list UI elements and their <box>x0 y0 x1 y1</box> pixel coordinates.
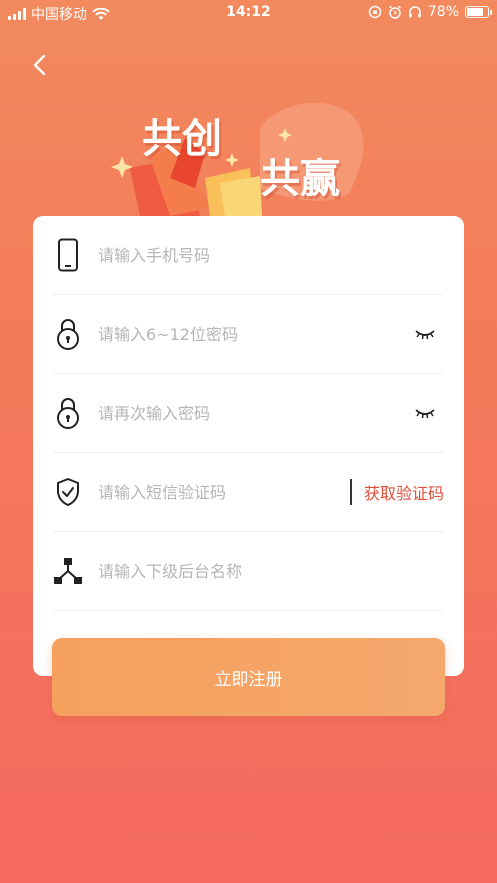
alarm-icon <box>388 5 401 19</box>
sub-account-input[interactable] <box>98 556 444 586</box>
lock-icon <box>53 316 83 352</box>
status-bar: 中国移动 14:12 78% <box>0 0 497 26</box>
battery-percent: 78% <box>427 4 459 20</box>
status-right: 78% <box>368 4 492 20</box>
banner: 共创 共赢 <box>110 98 370 220</box>
sms-code-row: 获取验证码 <box>53 453 444 532</box>
sms-code-input[interactable] <box>98 477 350 507</box>
phone-input[interactable] <box>98 240 444 270</box>
phone-icon <box>53 237 83 273</box>
rotation-lock-icon <box>368 5 382 19</box>
battery-icon <box>465 6 492 18</box>
hierarchy-icon <box>53 553 83 589</box>
register-button[interactable]: 立即注册 <box>52 638 445 716</box>
battery-fill <box>467 8 483 16</box>
sub-account-row <box>53 532 444 611</box>
password-row <box>53 295 444 374</box>
headphones-icon <box>409 6 421 18</box>
banner-title-line2: 共赢 <box>260 156 340 202</box>
eye-closed-icon[interactable] <box>414 406 436 420</box>
eye-closed-icon[interactable] <box>414 327 436 341</box>
banner-title-line1: 共创 <box>142 116 222 162</box>
phone-row <box>53 216 444 295</box>
confirm-password-input[interactable] <box>98 398 414 428</box>
register-card: 获取验证码 <box>33 216 464 676</box>
code-separator <box>349 479 352 505</box>
confirm-password-row <box>53 374 444 453</box>
back-button[interactable] <box>26 50 56 80</box>
lock-icon <box>53 395 83 431</box>
shield-check-icon <box>53 474 83 510</box>
get-code-button[interactable]: 获取验证码 <box>364 480 444 504</box>
chevron-left-icon <box>33 54 46 76</box>
password-input[interactable] <box>98 319 414 349</box>
